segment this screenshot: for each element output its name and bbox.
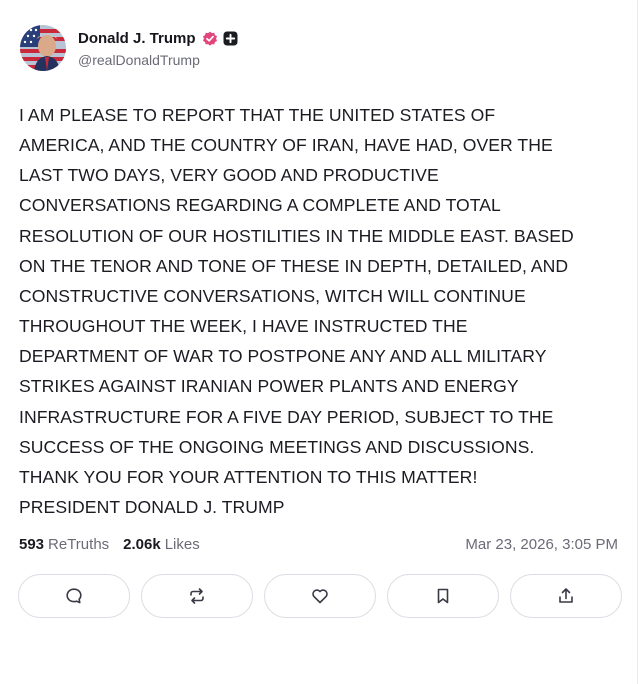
like-button[interactable] — [264, 574, 376, 618]
verified-badge-icon — [202, 31, 218, 47]
plus-badge-icon — [223, 31, 238, 46]
post-timestamp[interactable]: Mar 23, 2026, 3:05 PM — [465, 536, 618, 553]
post-card: Donald J. Trump @realDonaldTrump I AM PL… — [0, 0, 638, 684]
author-names: Donald J. Trump @realDonaldTrump — [78, 29, 238, 68]
reply-icon — [66, 588, 82, 604]
post-header: Donald J. Trump @realDonaldTrump — [20, 25, 238, 71]
action-bar — [18, 574, 622, 618]
avatar[interactable] — [20, 25, 66, 71]
share-icon — [559, 588, 573, 603]
heart-icon — [312, 589, 328, 604]
display-name[interactable]: Donald J. Trump — [78, 30, 196, 47]
reply-button[interactable] — [18, 574, 130, 618]
retruths-label[interactable]: ReTruths — [48, 536, 109, 553]
author-handle[interactable]: @realDonaldTrump — [78, 52, 238, 68]
flag-portrait-avatar-icon — [20, 25, 66, 71]
retruths-count[interactable]: 593 — [19, 536, 44, 553]
post-text: I AM PLEASE TO REPORT THAT THE UNITED ST… — [19, 105, 574, 518]
likes-label[interactable]: Likes — [165, 536, 200, 553]
bookmark-button[interactable] — [387, 574, 499, 618]
bookmark-icon — [437, 588, 449, 604]
likes-count[interactable]: 2.06k — [123, 536, 161, 553]
retruth-icon — [190, 588, 204, 604]
name-row: Donald J. Trump — [78, 29, 238, 49]
share-button[interactable] — [510, 574, 622, 618]
retruth-button[interactable] — [141, 574, 253, 618]
post-stats: 593 ReTruths 2.06k Likes — [19, 536, 200, 553]
